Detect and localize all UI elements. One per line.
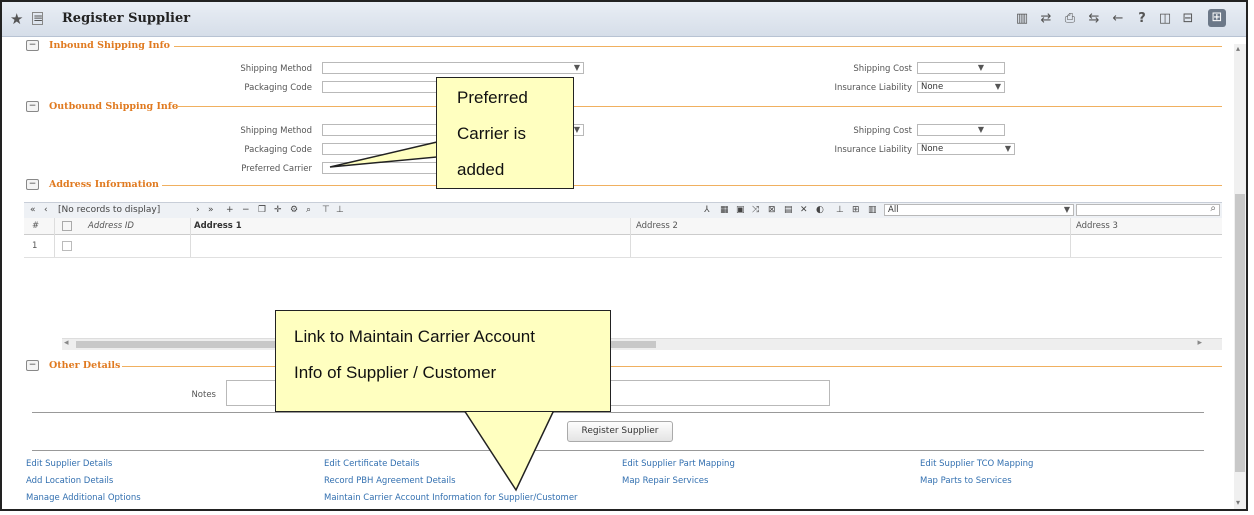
callout-preferred-carrier: Preferred Carrier is added (436, 77, 574, 189)
callout-pointers (329, 141, 556, 492)
callout-pointer-preferred (329, 141, 438, 168)
callout-line: added (457, 160, 505, 179)
callout-line: Info of Supplier / Customer (294, 363, 497, 382)
callout-joint (466, 408, 553, 411)
callout-line: Preferred (457, 88, 528, 107)
register-supplier-window: ★ ≡ Register Supplier ▥ ⇄ ⎙ ⇆ ← ? ◫ ⊟ ⊞ … (0, 0, 1248, 511)
callout-carrier-link: Link to Maintain Carrier Account Info of… (275, 310, 611, 412)
callout-joint (438, 141, 440, 158)
callout-line: Link to Maintain Carrier Account (294, 327, 535, 346)
callout-line: Carrier is (457, 124, 526, 143)
callout-pointer-carrier-link (462, 409, 556, 492)
